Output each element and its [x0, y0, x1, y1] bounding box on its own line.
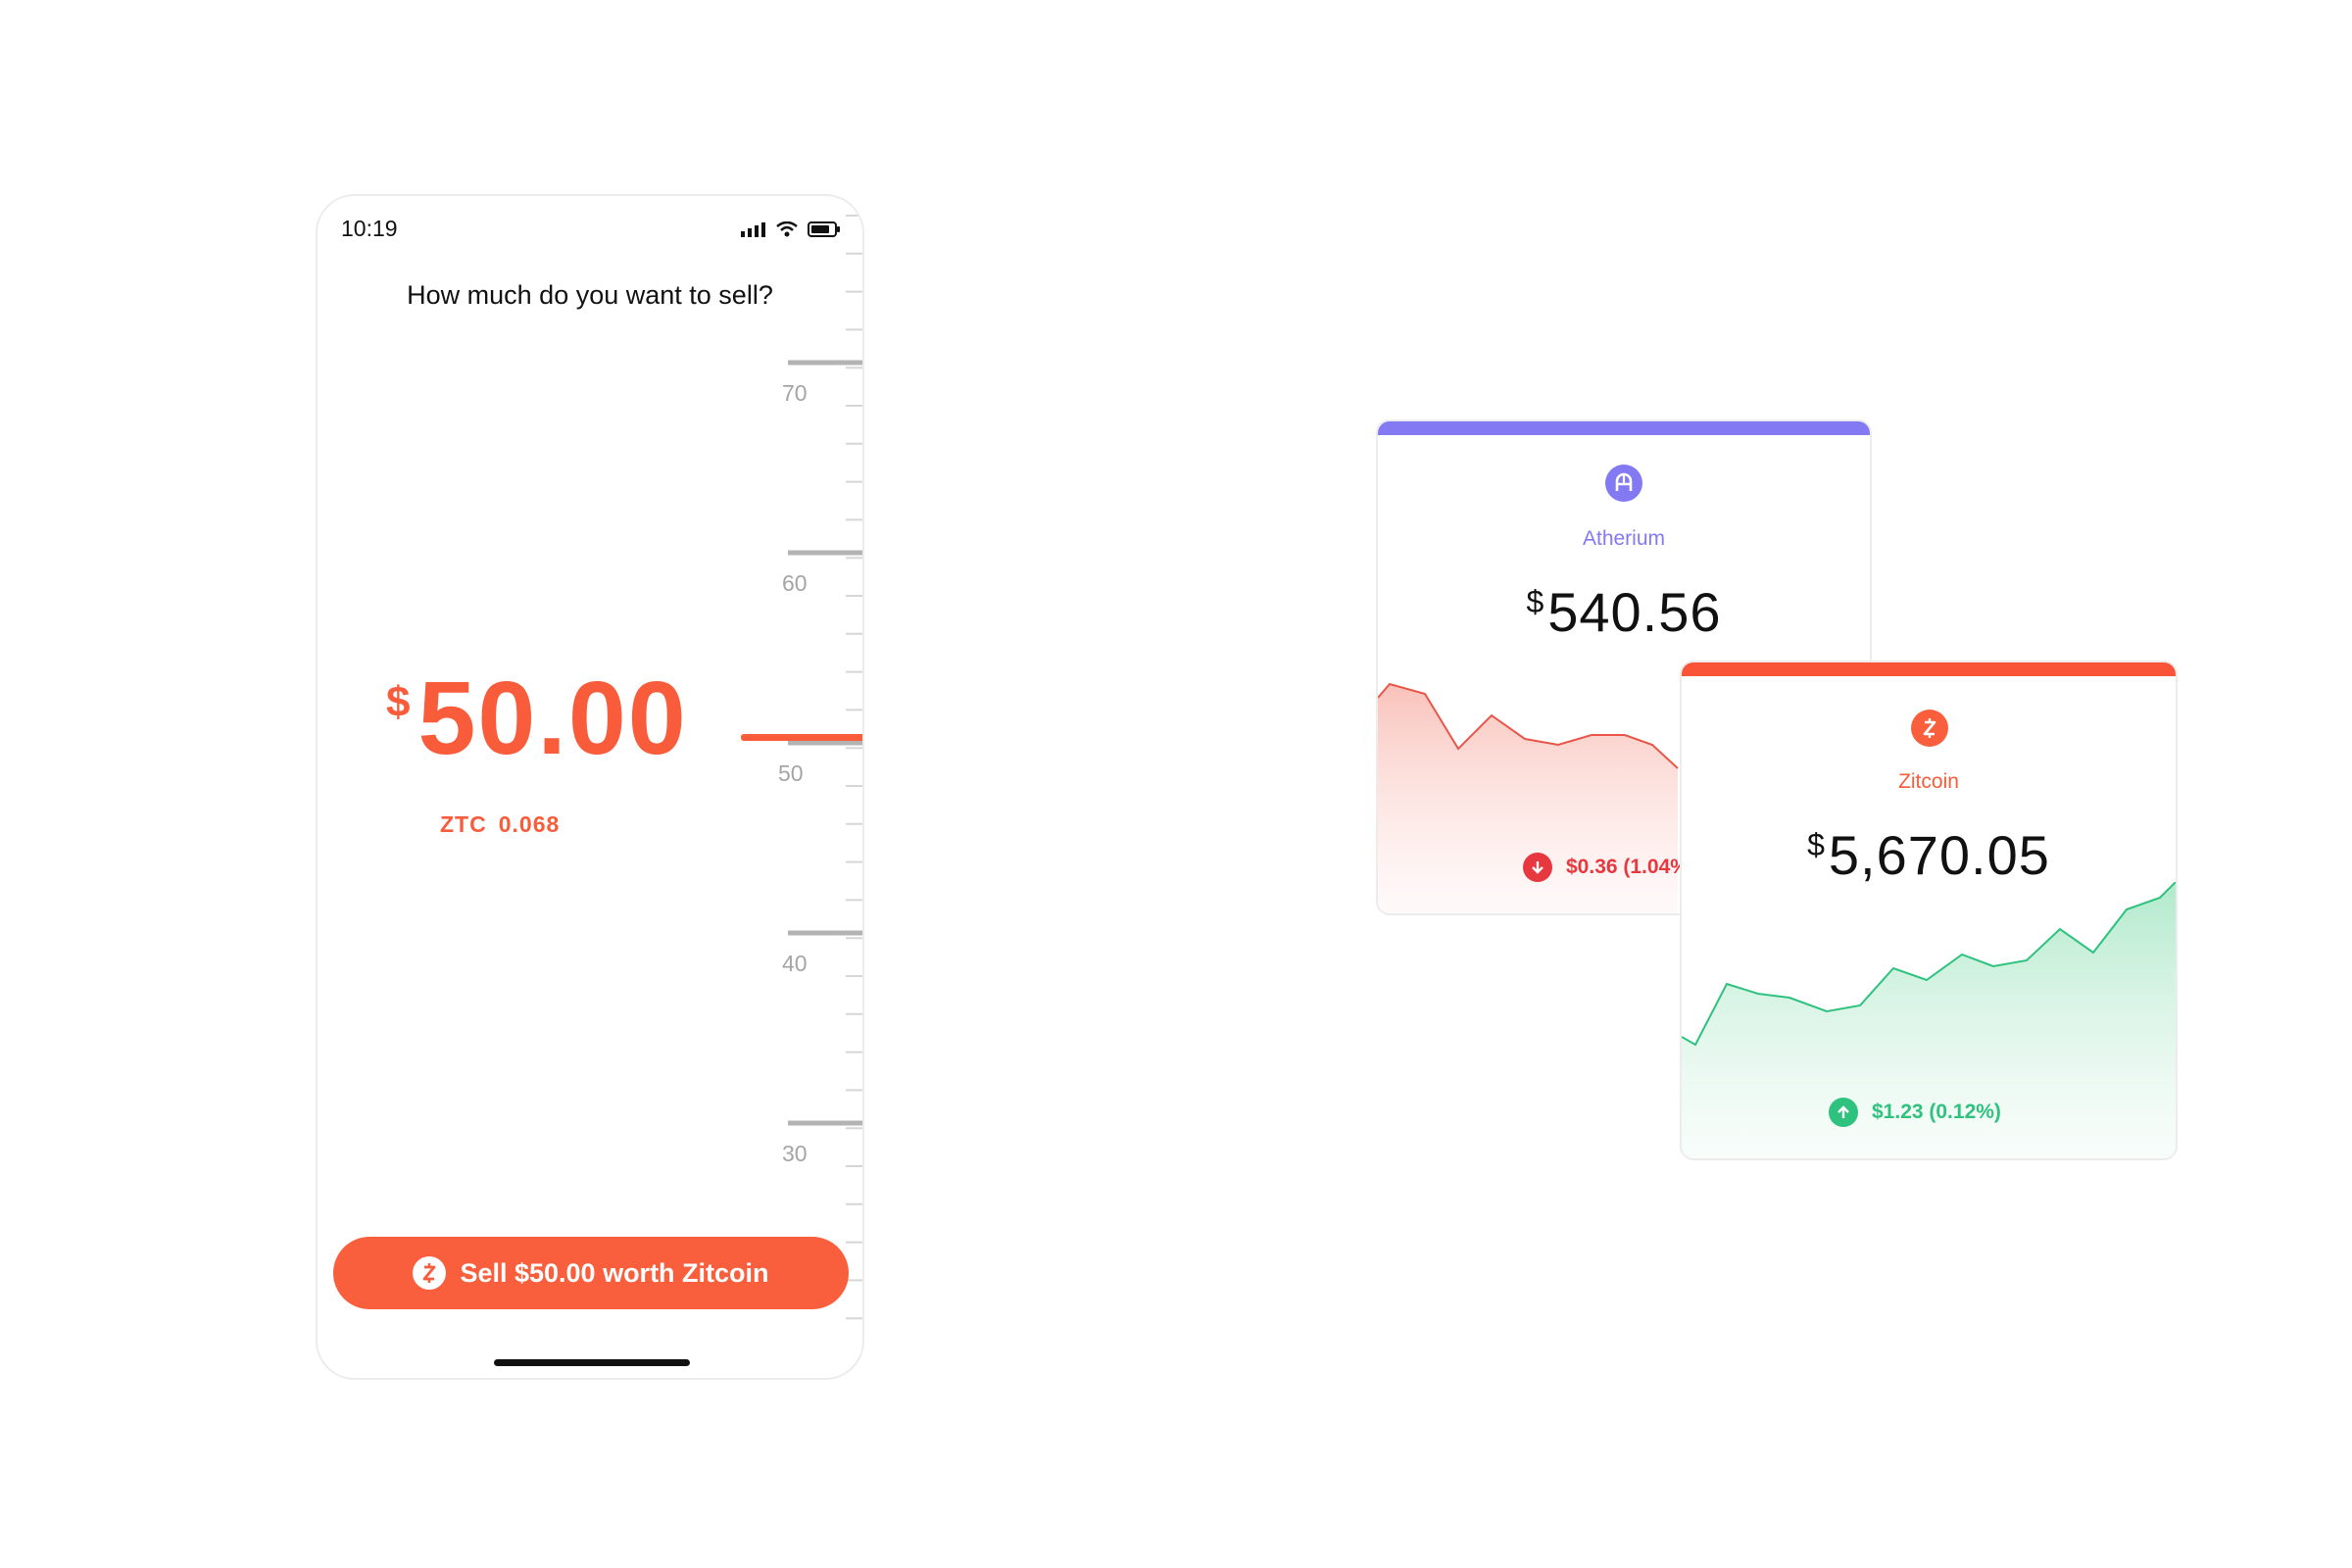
price-change: $1.23 (0.12%) [1829, 1098, 2001, 1127]
sell-amount: $ 50.00 [386, 666, 688, 770]
coin-price: $540.56 [1378, 580, 1870, 644]
amount-value: 50.00 [417, 661, 688, 776]
price-value: 5,670.05 [1828, 824, 2050, 886]
zitcoin-icon [1911, 710, 1948, 747]
card-accent-bar [1378, 421, 1870, 435]
zitcoin-icon [413, 1256, 447, 1290]
ztc-amount: 0.068 [498, 811, 561, 837]
arrow-down-icon [1523, 853, 1552, 882]
ztc-conversion: ZTC 0.068 [440, 811, 560, 838]
price-change: $0.36 (1.04%) [1523, 853, 1695, 882]
ruler-label-30: 30 [782, 1141, 808, 1166]
status-time: 10:19 [341, 216, 398, 241]
price-value: 540.56 [1547, 581, 1722, 643]
zitcoin-card[interactable]: Zitcoin $5,670.05 $1.23 (0.12%) [1680, 661, 2178, 1160]
coin-name: Zitcoin [1898, 770, 1959, 793]
ruler-label-70: 70 [782, 380, 808, 406]
coin-price: $5,670.05 [1682, 823, 2176, 887]
sell-button-label: Sell $50.00 worth Zitcoin [460, 1257, 769, 1288]
ruler-label-60: 60 [782, 570, 808, 596]
amount-ruler[interactable]: 70 60 50 40 30 [774, 196, 862, 1378]
ruler-indicator [741, 734, 862, 741]
arrow-up-icon [1829, 1098, 1858, 1127]
coin-name: Atherium [1582, 527, 1666, 550]
price-currency: $ [1526, 584, 1544, 619]
ztc-symbol: ZTC [440, 811, 487, 837]
home-indicator [494, 1359, 690, 1366]
ruler-label-40: 40 [782, 951, 808, 976]
change-value: $0.36 (1.04%) [1566, 856, 1695, 878]
amount-currency: $ [386, 678, 411, 726]
atherium-icon [1605, 465, 1642, 502]
sell-button[interactable]: Sell $50.00 worth Zitcoin [333, 1237, 849, 1309]
card-accent-bar [1682, 662, 2176, 676]
phone-screen: 10:19 How much do you want to sell? 70 6… [316, 194, 864, 1380]
ruler-label-50: 50 [778, 760, 804, 786]
price-currency: $ [1807, 827, 1825, 862]
signal-icon [741, 221, 766, 242]
change-value: $1.23 (0.12%) [1872, 1101, 2001, 1123]
